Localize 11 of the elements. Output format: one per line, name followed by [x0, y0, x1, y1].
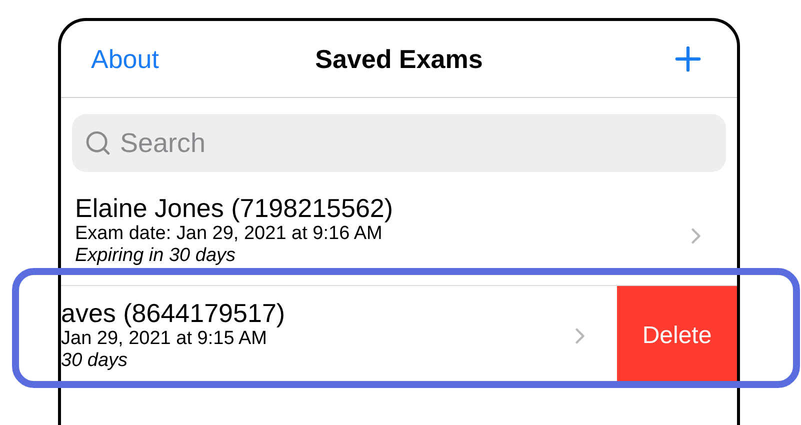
expiry-text: Expiring in 30 days [75, 245, 237, 267]
exam-date: Exam date: Jan 29, 2021 at 9:16 AM [75, 223, 384, 245]
patient-name: aves (8644179517) [61, 299, 286, 328]
patient-name: Elaine Jones (7198215562) [75, 194, 394, 223]
expiry-text: 30 days [61, 350, 129, 372]
search-icon [84, 129, 112, 157]
exam-date: Jan 29, 2021 at 9:15 AM [61, 328, 268, 350]
search-field[interactable]: Search [72, 114, 726, 172]
about-link[interactable]: About [91, 40, 201, 78]
screen-title: Saved Exams [315, 42, 483, 76]
search-input[interactable]: Search [120, 122, 714, 164]
